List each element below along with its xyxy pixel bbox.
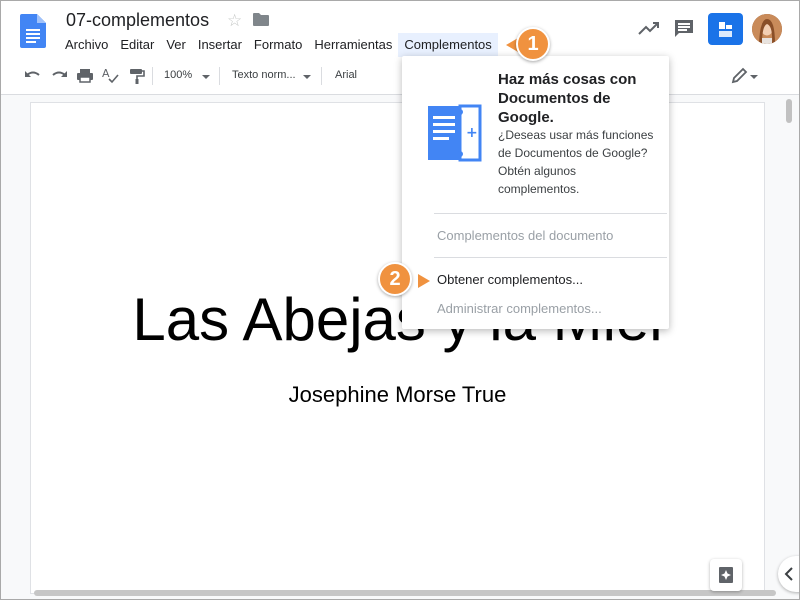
menu-herramientas[interactable]: Herramientas: [308, 33, 398, 57]
pencil-icon[interactable]: [730, 66, 748, 86]
vertical-scrollbar[interactable]: [786, 99, 792, 123]
toolbar-divider: [321, 67, 322, 85]
menu-formato[interactable]: Formato: [248, 33, 308, 57]
document-subtitle[interactable]: Josephine Morse True: [31, 382, 764, 408]
promo-description: ¿Deseas usar más funciones de Documentos…: [498, 128, 654, 196]
meet-present-icon[interactable]: [708, 13, 743, 45]
addon-promo-icon: +: [426, 104, 484, 162]
comment-icon[interactable]: [673, 18, 695, 40]
spellcheck-icon[interactable]: A: [102, 66, 120, 86]
complementos-dropdown: + Haz más cosas con Documentos de Google…: [402, 56, 669, 329]
toolbar: A 100% Texto norm... Arial: [0, 58, 800, 95]
folder-icon[interactable]: [253, 13, 269, 26]
step-2-callout: 2: [378, 262, 412, 296]
menu-divider: [434, 213, 667, 214]
svg-text:+: +: [466, 125, 478, 141]
paint-format-icon[interactable]: [128, 66, 146, 86]
step-1-callout: 1: [516, 27, 550, 61]
menu-item-complementos-documento: Complementos del documento: [437, 228, 614, 243]
chevron-left-icon[interactable]: [778, 556, 800, 592]
undo-icon[interactable]: [24, 66, 42, 86]
explore-icon[interactable]: [710, 559, 742, 591]
menu-bar: Archivo Editar Ver Insertar Formato Herr…: [59, 33, 498, 57]
zoom-select[interactable]: 100%: [164, 69, 192, 81]
menu-ver[interactable]: Ver: [160, 33, 192, 57]
zoom-caret-icon[interactable]: [202, 75, 210, 79]
menu-archivo[interactable]: Archivo: [59, 33, 114, 57]
activity-trend-icon[interactable]: [638, 20, 660, 36]
print-icon[interactable]: [76, 66, 94, 86]
menu-insertar[interactable]: Insertar: [192, 33, 248, 57]
style-select[interactable]: Texto norm...: [232, 69, 296, 81]
style-caret-icon[interactable]: [303, 75, 311, 79]
callout-pointer: [418, 274, 430, 288]
redo-icon[interactable]: [50, 66, 68, 86]
promo-title: Haz más cosas con Documentos de Google.: [498, 71, 637, 126]
menu-complementos[interactable]: Complementos: [398, 33, 498, 57]
toolbar-divider: [219, 67, 220, 85]
mode-caret-icon[interactable]: [750, 75, 758, 79]
menu-divider: [434, 257, 667, 258]
menu-editar[interactable]: Editar: [114, 33, 160, 57]
google-docs-icon[interactable]: [20, 14, 46, 48]
horizontal-scrollbar[interactable]: [34, 590, 776, 596]
menu-item-obtener-complementos[interactable]: Obtener complementos...: [437, 272, 583, 288]
toolbar-divider: [152, 67, 153, 85]
svg-text:A: A: [102, 67, 110, 80]
font-select[interactable]: Arial: [335, 69, 357, 81]
star-icon[interactable]: ☆: [227, 11, 242, 31]
document-title[interactable]: 07-complementos: [66, 10, 209, 31]
avatar[interactable]: [752, 14, 782, 44]
app-header: 07-complementos ☆ Archivo Editar Ver Ins…: [0, 0, 800, 58]
menu-item-administrar-complementos: Administrar complementos...: [437, 301, 602, 316]
